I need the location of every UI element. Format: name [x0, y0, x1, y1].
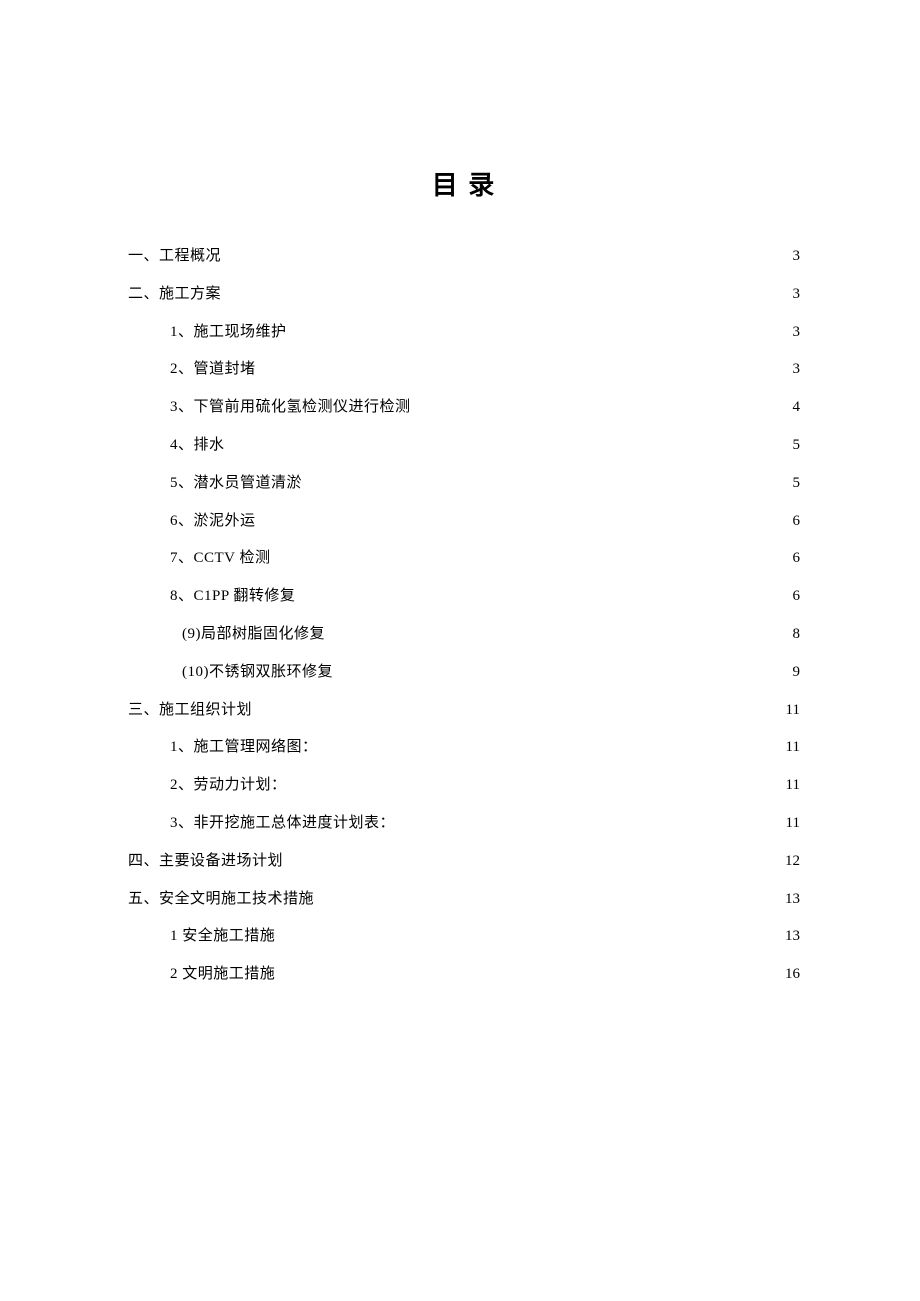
toc-entry-page: 11: [786, 729, 800, 767]
toc-row: 三、施工组织计划 11: [128, 692, 800, 730]
toc-leader-dots: [297, 585, 790, 600]
toc-leader-dots: [254, 699, 784, 714]
toc-leader-dots: [335, 661, 791, 676]
toc-entry-page: 6: [793, 503, 801, 541]
toc-row: (9)局部树脂固化修复 8: [128, 616, 800, 654]
toc-row: 五、安全文明施工技术措施 13: [128, 881, 800, 919]
toc-entry-label: 2 文明施工措施: [170, 956, 275, 994]
toc-leader-dots: [289, 321, 791, 336]
document-page: 目 录 一、工程概况3二、施工方案31、施工现场维护32、管道封堵33、下管前用…: [0, 0, 920, 1301]
toc-entry-page: 8: [793, 616, 801, 654]
toc-entry-label: 6、淤泥外运: [170, 503, 256, 541]
toc-entry-page: 11: [786, 692, 800, 730]
toc-entry-page: 5: [793, 427, 801, 465]
toc-title: 目 录: [128, 165, 800, 202]
toc-entry-label: 五、安全文明施工技术措施: [128, 881, 314, 919]
toc-entry-label: 三、施工组织计划: [128, 692, 252, 730]
toc-row: 四、主要设备进场计划 12: [128, 843, 800, 881]
toc-entry-label: 5、潜水员管道清淤: [170, 465, 302, 503]
toc-leader-dots: [223, 283, 790, 298]
toc-row: 2 文明施工措施 16: [128, 956, 800, 994]
toc-entry-page: 13: [785, 881, 800, 919]
toc-entry-label: 4、排水: [170, 427, 225, 465]
toc-entry-label: 3、非开挖施工总体进度计划表：: [170, 805, 395, 843]
toc-entry-label: (9)局部树脂固化修复: [182, 616, 325, 654]
toc-entry-label: 四、主要设备进场计划: [128, 843, 283, 881]
toc-leader-dots: [258, 510, 791, 525]
toc-entry-page: 6: [793, 578, 801, 616]
toc-row: 5、潜水员管道清淤 5: [128, 465, 800, 503]
toc-leader-dots: [316, 888, 783, 903]
toc-leader-dots: [227, 434, 791, 449]
toc-row: 8、C1PP 翻转修复 6: [128, 578, 800, 616]
toc-entry-page: 5: [793, 465, 801, 503]
toc-entry-page: 6: [793, 540, 801, 578]
toc-entry-page: 11: [786, 805, 800, 843]
toc-entry-label: 1、施工管理网络图：: [170, 729, 318, 767]
toc-row: 6、淤泥外运 6: [128, 503, 800, 541]
toc-leader-dots: [289, 774, 784, 789]
toc-leader-dots: [223, 245, 790, 260]
toc-leader-dots: [285, 850, 783, 865]
toc-entry-page: 11: [786, 767, 800, 805]
toc-entry-page: 3: [793, 314, 801, 352]
toc-leader-dots: [397, 812, 784, 827]
toc-leader-dots: [277, 963, 783, 978]
toc-row: 2、管道封堵 3: [128, 351, 800, 389]
toc-row: 1 安全施工措施 13: [128, 918, 800, 956]
toc-entry-page: 12: [785, 843, 800, 881]
toc-entry-label: 1、施工现场维护: [170, 314, 287, 352]
toc-row: 4、排水 5: [128, 427, 800, 465]
toc-leader-dots: [304, 472, 790, 487]
toc-row: (10)不锈钢双胀环修复 9: [128, 654, 800, 692]
toc-row: 3、下管前用硫化氢检测仪进行检测 4: [128, 389, 800, 427]
toc-entry-label: 二、施工方案: [128, 276, 221, 314]
toc-leader-dots: [277, 925, 783, 940]
toc-row: 3、非开挖施工总体进度计划表： 11: [128, 805, 800, 843]
toc-row: 2、劳动力计划： 11: [128, 767, 800, 805]
toc-leader-dots: [272, 547, 790, 562]
toc-entry-label: 1 安全施工措施: [170, 918, 275, 956]
toc-entry-label: 3、下管前用硫化氢检测仪进行检测: [170, 389, 411, 427]
toc-entry-label: 7、CCTV 检测: [170, 540, 270, 578]
toc-entry-label: 一、工程概况: [128, 238, 221, 276]
toc-leader-dots: [327, 623, 791, 638]
toc-leader-dots: [258, 358, 791, 373]
toc-entry-label: 2、管道封堵: [170, 351, 256, 389]
toc-entry-page: 3: [793, 351, 801, 389]
toc-entry-label: 2、劳动力计划：: [170, 767, 287, 805]
toc-entry-page: 9: [793, 654, 801, 692]
toc-entry-page: 4: [793, 389, 801, 427]
toc-entry-page: 3: [793, 276, 801, 314]
toc-list: 一、工程概况3二、施工方案31、施工现场维护32、管道封堵33、下管前用硫化氢检…: [128, 238, 800, 994]
toc-leader-dots: [320, 736, 784, 751]
toc-entry-label: 8、C1PP 翻转修复: [170, 578, 295, 616]
toc-entry-page: 3: [793, 238, 801, 276]
toc-entry-label: (10)不锈钢双胀环修复: [182, 654, 333, 692]
toc-leader-dots: [413, 396, 791, 411]
toc-entry-page: 16: [785, 956, 800, 994]
toc-row: 二、施工方案 3: [128, 276, 800, 314]
toc-row: 一、工程概况 3: [128, 238, 800, 276]
toc-row: 7、CCTV 检测 6: [128, 540, 800, 578]
toc-row: 1、施工现场维护 3: [128, 314, 800, 352]
toc-row: 1、施工管理网络图： 11: [128, 729, 800, 767]
toc-entry-page: 13: [785, 918, 800, 956]
